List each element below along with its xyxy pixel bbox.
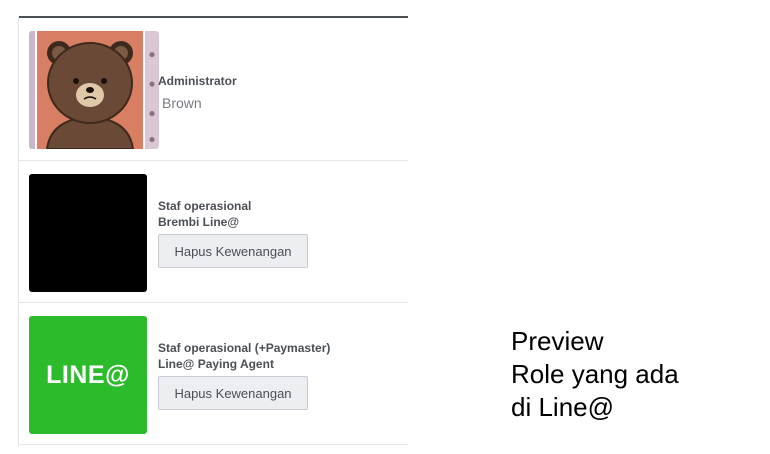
role-info-administrator: Administrator Brown	[158, 73, 237, 111]
member-name: Line@ Paying Agent	[158, 357, 274, 371]
role-info-paymaster: Staf operasional (+Paymaster) Line@ Payi…	[158, 340, 330, 410]
member-name: Brembi Line@	[158, 215, 240, 229]
preview-caption: Preview Role yang ada di Line@	[511, 325, 679, 424]
caption-line-1: Preview	[511, 326, 604, 356]
line-at-logo-text: LINE@	[46, 360, 130, 389]
remove-permission-button[interactable]: Hapus Kewenangan	[158, 234, 308, 268]
role-title: Administrator	[158, 74, 237, 88]
role-title: Staf operasional (+Paymaster)	[158, 341, 331, 355]
remove-permission-button[interactable]: Hapus Kewenangan	[158, 376, 308, 410]
caption-line-3: di Line@	[511, 392, 615, 422]
bear-drawing	[45, 41, 135, 149]
member-name: Brown	[162, 95, 202, 111]
role-title: Staf operasional	[158, 199, 252, 213]
caption-line-2: Role yang ada	[511, 359, 679, 389]
brown-bear-avatar-icon	[29, 31, 159, 149]
line-at-logo-icon: LINE@	[29, 316, 147, 434]
roles-panel: Administrator Brown Staf operasional Bre…	[18, 16, 408, 446]
role-info-staf-operasional: Staf operasional Brembi Line@ Hapus Kewe…	[158, 198, 308, 268]
black-avatar	[29, 174, 147, 292]
